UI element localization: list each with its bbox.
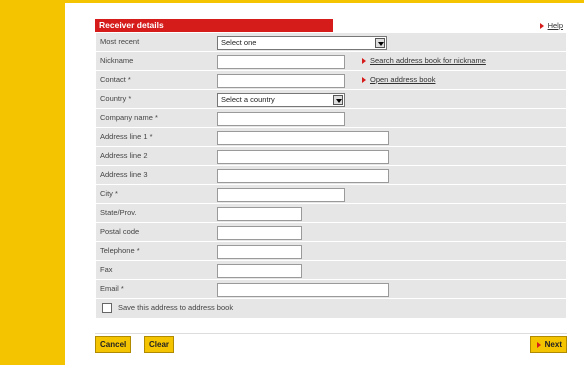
form-row: Postal code: [96, 223, 566, 242]
save-address-label: Save this address to address book: [118, 303, 234, 312]
email-input[interactable]: [217, 283, 389, 297]
form-row: Fax: [96, 261, 566, 280]
receiver-details-panel: Receiver details Help Most recent Select …: [95, 19, 567, 319]
save-address-checkbox[interactable]: [102, 303, 112, 313]
form-row: State/Prov.: [96, 204, 566, 223]
fax-input[interactable]: [217, 264, 302, 278]
form-row: Address line 1 *: [96, 128, 566, 147]
receiver-form: Most recent Select one Nickname Search addr…: [95, 32, 567, 319]
form-row: Email *: [96, 280, 566, 299]
form-row: Contact * Open address book: [96, 71, 566, 90]
field-label: Address line 3: [100, 170, 148, 179]
field-label: Telephone *: [100, 246, 140, 255]
field-label: State/Prov.: [100, 208, 137, 217]
next-label: Next: [544, 340, 562, 349]
help-label: Help: [547, 21, 563, 30]
arrow-right-icon: [362, 58, 366, 65]
form-row: Address line 2: [96, 147, 566, 166]
field-label: Most recent: [100, 37, 140, 46]
nickname-link[interactable]: Search address book for nickname: [362, 52, 486, 70]
cancel-button[interactable]: Cancel: [95, 336, 132, 353]
field-label: Company name *: [100, 113, 158, 122]
city-input[interactable]: [217, 188, 345, 202]
state-prov-input[interactable]: [217, 207, 302, 221]
form-row: Country * Select a country: [96, 90, 566, 109]
country-select[interactable]: Select a country: [217, 93, 345, 107]
most-recent-select[interactable]: Select one: [217, 36, 387, 50]
field-label: Address line 2: [100, 151, 148, 160]
form-row: Nickname Search address book for nickname: [96, 52, 566, 71]
field-label: City *: [100, 189, 118, 198]
company-name-input[interactable]: [217, 112, 345, 126]
arrow-right-icon: [536, 341, 541, 348]
select-value: Select one: [221, 38, 257, 47]
field-label: Nickname: [100, 56, 134, 65]
link-label: Open address book: [370, 75, 436, 84]
clear-button[interactable]: Clear: [144, 336, 175, 353]
left-yellow-bar: [0, 0, 65, 365]
chevron-down-icon[interactable]: [375, 38, 385, 48]
field-label: Country *: [100, 94, 132, 103]
select-value: Select a country: [221, 95, 275, 104]
address-line-2-input[interactable]: [217, 150, 389, 164]
save-address-row: Save this address to address book: [96, 299, 566, 318]
field-label: Postal code: [100, 227, 140, 236]
form-row: Company name *: [96, 109, 566, 128]
top-yellow-line: [65, 0, 584, 3]
nickname-input[interactable]: [217, 55, 345, 69]
form-row: City *: [96, 185, 566, 204]
next-button[interactable]: Next: [529, 336, 567, 353]
field-label: Fax: [100, 265, 113, 274]
form-row: Most recent Select one: [96, 33, 566, 52]
field-label: Contact *: [100, 75, 131, 84]
form-row: Telephone *: [96, 242, 566, 261]
arrow-right-icon: [362, 77, 366, 84]
telephone-input[interactable]: [217, 245, 302, 259]
form-footer: Cancel Clear Next: [95, 333, 567, 353]
address-line-3-input[interactable]: [217, 169, 389, 183]
contact-input[interactable]: [217, 74, 345, 88]
field-label: Email *: [100, 284, 124, 293]
help-link[interactable]: Help: [539, 21, 563, 30]
panel-title: Receiver details: [95, 19, 333, 32]
postal-code-input[interactable]: [217, 226, 302, 240]
chevron-down-icon[interactable]: [333, 95, 343, 105]
panel-header: Receiver details Help: [95, 19, 567, 32]
form-row: Address line 3: [96, 166, 566, 185]
arrow-right-icon: [539, 23, 544, 30]
contact-link[interactable]: Open address book: [362, 71, 435, 89]
field-label: Address line 1 *: [100, 132, 153, 141]
address-line-1-input[interactable]: [217, 131, 389, 145]
link-label: Search address book for nickname: [370, 56, 486, 65]
